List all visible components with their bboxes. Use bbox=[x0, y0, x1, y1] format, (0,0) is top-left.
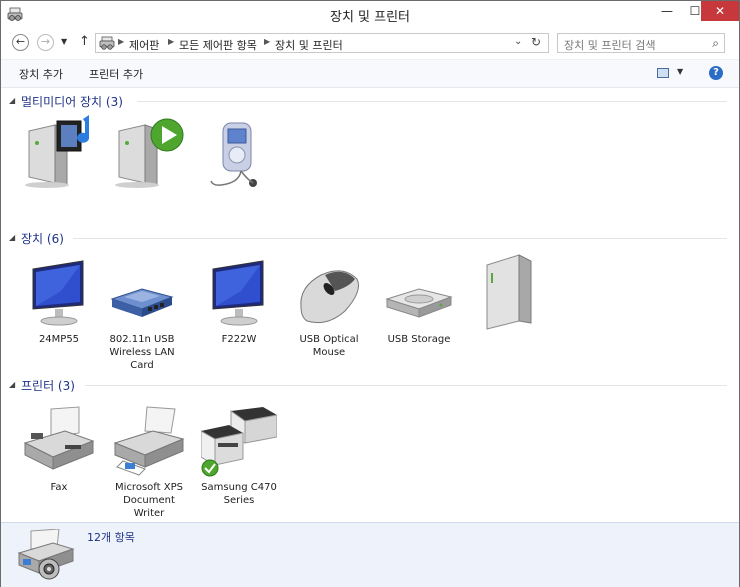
device-item-media-player[interactable] bbox=[111, 113, 187, 195]
monitor-icon bbox=[32, 260, 84, 326]
breadcrumb-devices-printers[interactable]: 장치 및 프린터 bbox=[275, 37, 343, 53]
breadcrumb-separator-icon[interactable]: ▶ bbox=[168, 37, 174, 46]
device-item-media-server[interactable] bbox=[21, 113, 97, 195]
refresh-icon[interactable]: ↻ bbox=[531, 35, 541, 49]
device-label: 24MP55 bbox=[38, 334, 80, 345]
collapse-arrow-icon[interactable]: ◢ bbox=[9, 380, 15, 389]
search-placeholder: 장치 및 프린터 검색 bbox=[564, 39, 656, 52]
window-title: 장치 및 프린터 bbox=[329, 10, 411, 25]
printer-icon bbox=[113, 406, 185, 476]
breadcrumb-separator-icon[interactable]: ▶ bbox=[118, 37, 124, 46]
media-server-music-icon bbox=[25, 115, 90, 188]
device-item-f222w[interactable]: F222W bbox=[201, 251, 277, 346]
devices-printers-location-icon bbox=[99, 36, 115, 50]
navigation-bar: ← → ▼ ↑ ▶ 제어판 ▶ 모든 제어판 항목 ▶ 장치 및 프린터 ⌄ ↻… bbox=[1, 29, 739, 57]
devices-printers-large-icon bbox=[17, 529, 75, 580]
device-label: F222W bbox=[221, 334, 257, 345]
mouse-icon bbox=[300, 270, 359, 324]
minimize-button[interactable]: — bbox=[653, 1, 681, 21]
add-printer-button[interactable]: 프린터 추가 bbox=[89, 66, 143, 82]
printer-label: Fax bbox=[50, 482, 68, 493]
change-view-icon[interactable] bbox=[657, 68, 669, 78]
printer-label: Microsoft XPS Document Writer bbox=[115, 482, 183, 519]
search-icon[interactable]: ⌕ bbox=[712, 36, 719, 51]
group-title-multimedia: 멀티미디어 장치 (3) bbox=[21, 95, 123, 109]
recent-locations-chevron-icon[interactable]: ▼ bbox=[61, 37, 67, 46]
breadcrumb-all-items[interactable]: 모든 제어판 항목 bbox=[179, 37, 257, 53]
up-arrow-icon[interactable]: ↑ bbox=[79, 34, 90, 49]
media-server-play-icon bbox=[115, 118, 184, 188]
device-label: USB Optical Mouse bbox=[299, 334, 359, 358]
details-pane: 12개 항목 bbox=[1, 522, 739, 587]
device-item-unknown[interactable] bbox=[473, 251, 549, 333]
item-count: 12개 항목 bbox=[87, 531, 135, 544]
collapse-arrow-icon[interactable]: ◢ bbox=[9, 233, 15, 242]
window: 장치 및 프린터 — ☐ ✕ ← → ▼ ↑ ▶ 제어판 ▶ 모든 제어판 항목… bbox=[0, 0, 740, 587]
network-adapter-icon bbox=[110, 288, 174, 317]
device-item-24mp55[interactable]: 24MP55 bbox=[21, 251, 97, 346]
back-arrow-icon[interactable]: ← bbox=[12, 34, 29, 51]
view-options-chevron-icon[interactable]: ▼ bbox=[677, 67, 683, 76]
collapse-arrow-icon[interactable]: ◢ bbox=[9, 96, 15, 105]
printer-item-fax[interactable]: Fax bbox=[21, 403, 97, 494]
group-divider bbox=[85, 385, 727, 386]
generic-device-icon bbox=[486, 254, 532, 330]
help-icon[interactable]: ? bbox=[709, 66, 723, 80]
group-divider bbox=[137, 101, 727, 102]
device-label: USB Storage bbox=[387, 334, 451, 345]
device-label: 802.11n USB Wireless LAN Card bbox=[109, 334, 175, 371]
default-printer-check-icon bbox=[201, 459, 219, 477]
search-input[interactable]: 장치 및 프린터 검색 ⌕ bbox=[557, 33, 725, 53]
portable-media-player-icon bbox=[210, 122, 257, 187]
monitor-icon bbox=[212, 260, 264, 326]
add-device-button[interactable]: 장치 추가 bbox=[19, 66, 63, 82]
title-bar[interactable]: 장치 및 프린터 — ☐ ✕ bbox=[1, 1, 739, 29]
printer-item-samsung-c470[interactable]: Samsung C470 Series bbox=[201, 403, 277, 507]
breadcrumb-separator-icon[interactable]: ▶ bbox=[264, 37, 270, 46]
device-item-usb-storage[interactable]: USB Storage bbox=[381, 251, 457, 346]
printer-item-xps[interactable]: Microsoft XPS Document Writer bbox=[111, 403, 187, 520]
printer-label: Samsung C470 Series bbox=[201, 482, 277, 506]
close-button[interactable]: ✕ bbox=[701, 1, 739, 21]
forward-arrow-icon[interactable]: → bbox=[37, 34, 54, 51]
fax-icon bbox=[23, 406, 95, 470]
breadcrumb-control-panel[interactable]: 제어판 bbox=[129, 37, 159, 53]
address-bar[interactable]: ▶ 제어판 ▶ 모든 제어판 항목 ▶ 장치 및 프린터 ⌄ ↻ bbox=[95, 33, 549, 53]
group-title-printers: 프린터 (3) bbox=[21, 379, 75, 393]
address-history-chevron-icon[interactable]: ⌄ bbox=[514, 36, 522, 47]
device-item-wireless-lan[interactable]: 802.11n USB Wireless LAN Card bbox=[104, 251, 180, 372]
group-title-devices: 장치 (6) bbox=[21, 232, 64, 246]
device-item-portable-player[interactable] bbox=[201, 113, 277, 195]
command-bar: 장치 추가 프린터 추가 ▼ ? bbox=[1, 59, 739, 88]
group-divider bbox=[73, 238, 727, 239]
storage-drive-icon bbox=[385, 288, 453, 318]
device-item-usb-mouse[interactable]: USB Optical Mouse bbox=[291, 251, 367, 359]
